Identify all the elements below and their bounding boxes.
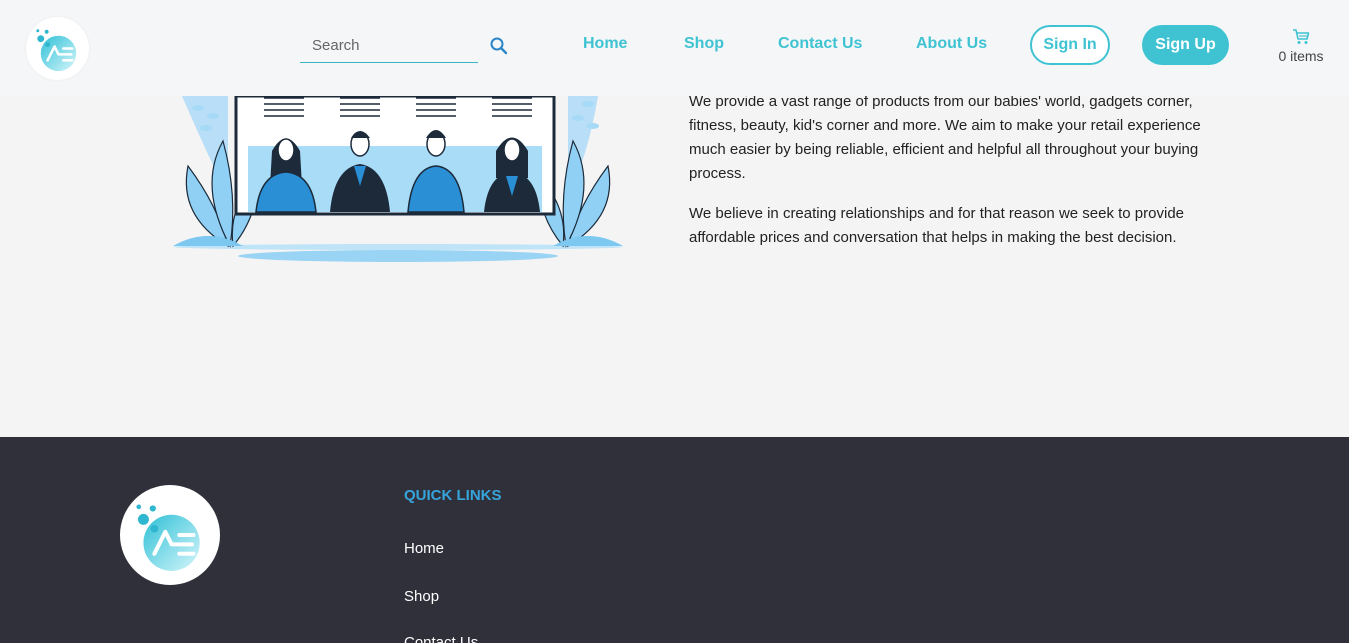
sign-up-button[interactable]: Sign Up	[1142, 25, 1229, 65]
quick-links-title: QUICK LINKS	[404, 487, 502, 504]
footer-link-shop[interactable]: Shop	[404, 588, 439, 605]
cart-button[interactable]: 0 items	[1270, 28, 1332, 72]
site-header: Home Shop Contact Us About Us Sign In Si…	[0, 0, 1349, 96]
cart-icon	[1292, 28, 1310, 46]
search-icon[interactable]	[489, 36, 509, 56]
footer-link-home[interactable]: Home	[404, 540, 444, 557]
about-paragraph: We believe in creating relationships and…	[689, 205, 1185, 246]
nav-home-link[interactable]: Home	[583, 35, 627, 53]
team-meeting-illustration	[168, 96, 628, 268]
footer-link-contact[interactable]: Contact Us	[404, 634, 478, 643]
search-box	[300, 28, 478, 63]
about-description: We provide a vast range of products from…	[689, 90, 1237, 266]
ae-logo-icon[interactable]	[120, 485, 220, 585]
site-footer: QUICK LINKS Home Shop Contact Us	[0, 437, 1349, 643]
sign-in-button[interactable]: Sign In	[1030, 25, 1110, 65]
cart-count: 0 items	[1278, 48, 1324, 64]
nav-contact-link[interactable]: Contact Us	[778, 35, 862, 53]
about-paragraph: We provide a vast range of products from…	[689, 93, 1201, 182]
search-input[interactable]	[300, 28, 478, 62]
nav-shop-link[interactable]: Shop	[684, 35, 724, 53]
ae-logo-icon[interactable]	[26, 17, 89, 80]
nav-about-link[interactable]: About Us	[916, 35, 987, 53]
